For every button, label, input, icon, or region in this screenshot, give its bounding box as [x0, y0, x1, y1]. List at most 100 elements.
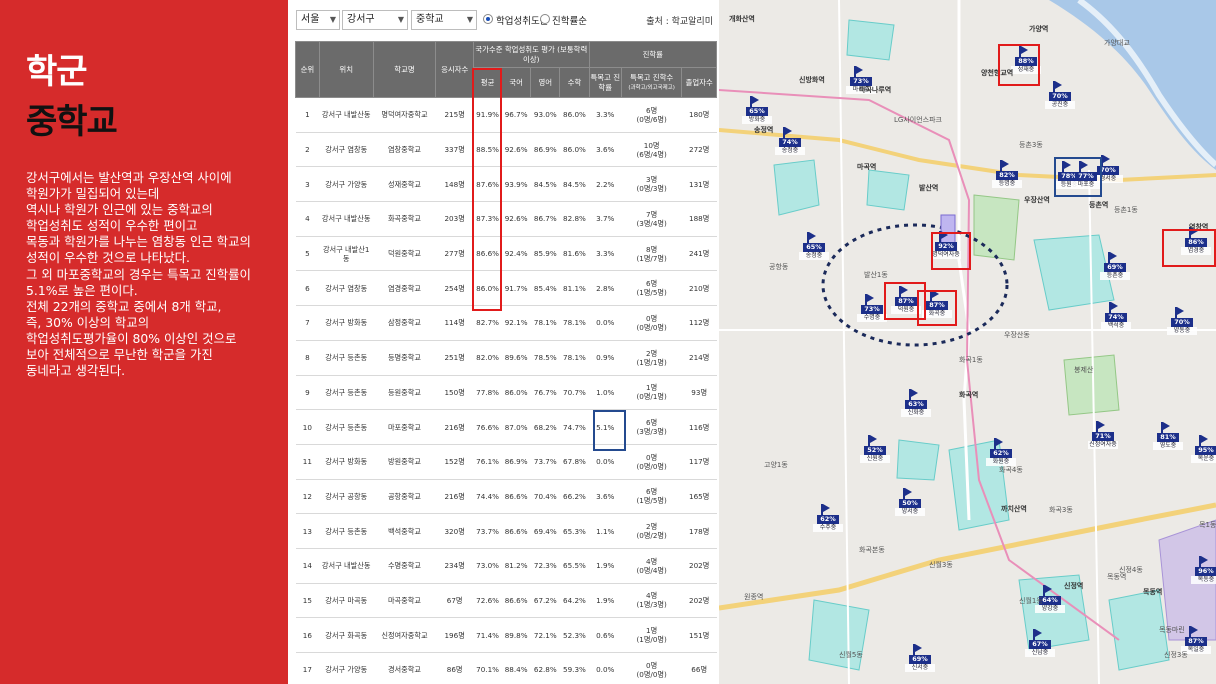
school-marker[interactable]: 62% 수주중: [813, 504, 843, 532]
cell-special-count-detail: (0명/0명): [636, 322, 667, 332]
cell-special-count: 6명 (0명/6명): [621, 97, 682, 133]
school-marker[interactable]: 74% 백석중: [1101, 302, 1131, 330]
marker-school-name: 백석중: [1101, 322, 1131, 330]
area-label: 우장산동: [1004, 331, 1030, 339]
cell-english: 78.1%: [530, 305, 560, 341]
description-line: 역시나 학원가 인근에 있는 중학교의: [26, 202, 213, 218]
school-marker[interactable]: 81% 영도중: [1153, 422, 1183, 450]
school-marker[interactable]: 96% 목동중: [1191, 556, 1216, 584]
cell-special-rate: 1.0%: [589, 375, 622, 411]
cell-special-count: 7명 (3명/4명): [621, 201, 682, 237]
school-marker[interactable]: 67% 신남중: [1025, 629, 1055, 657]
school-marker[interactable]: 69% 신서중: [905, 644, 935, 672]
cell-location: 강서구 가양동: [319, 166, 374, 203]
cell-korean: 88.4%: [501, 652, 531, 684]
cell-school: 명덕여자중학교: [373, 97, 436, 133]
cell-school: 성재중학교: [373, 166, 436, 203]
cell-english: 73.7%: [530, 444, 560, 480]
cell-special-count-detail: (3명/3명): [636, 427, 667, 437]
cell-avg: 73.0%: [473, 548, 502, 584]
cell-graduates: 241명: [681, 236, 717, 272]
cell-location: 강서구 염창동: [319, 270, 374, 307]
area-label: 화곡본동: [859, 546, 885, 554]
table-row: 2 강서구 염창동 염창중학교 337명 88.5% 92.6% 86.9% 86.0% 3.6…: [295, 132, 717, 168]
cell-special-count-detail: (0명/0명): [636, 461, 667, 471]
table-row: 3 강서구 가양동 성재중학교 148명 87.6% 93.9% 84.5% 84.5% 2.2…: [295, 166, 717, 203]
school-marker[interactable]: 65% 방화중: [742, 96, 772, 124]
cell-math: 70.7%: [559, 375, 590, 411]
level-select[interactable]: 중학교 ▼: [411, 10, 477, 30]
school-marker[interactable]: 69% 등촌중: [1100, 252, 1130, 280]
sort-achievement-radio[interactable]: [483, 14, 493, 24]
marker-percentage: 74%: [1105, 313, 1127, 322]
cell-special-count-detail: (0명/3명): [636, 184, 667, 194]
cell-special-rate: 1.9%: [589, 548, 622, 584]
sort-admission-radio[interactable]: [540, 14, 550, 24]
table-row: 9 강서구 등촌동 등원중학교 150명 77.8% 86.0% 76.7% 70.7% 1.0…: [295, 375, 717, 411]
school-marker[interactable]: 70% 공진중: [1045, 81, 1075, 109]
area-label: 화곡1동: [959, 356, 983, 364]
cell-rank: 5: [295, 236, 320, 272]
cell-avg: 87.3%: [473, 201, 502, 237]
cell-avg: 70.1%: [473, 652, 502, 684]
school-marker[interactable]: 63% 신화중: [901, 389, 931, 417]
area-label: 가양대교: [1104, 39, 1130, 47]
school-marker[interactable]: 74% 송정중: [775, 127, 805, 155]
school-marker[interactable]: 62% 화원중: [986, 438, 1016, 466]
school-marker[interactable]: 87% 목일중: [1181, 626, 1211, 654]
cell-special-rate: 3.6%: [589, 479, 622, 515]
cell-graduates: 202명: [681, 548, 717, 584]
cell-school: 마곡중학교: [373, 583, 436, 619]
cell-examinees: 67명: [435, 583, 474, 619]
cell-special-count-total: 1명: [646, 383, 658, 393]
cell-special-rate: 2.2%: [589, 166, 622, 203]
school-marker[interactable]: 95% 목운중: [1191, 435, 1216, 463]
header-special-count: 특목고 진학수 (과학고/외고국제고): [620, 67, 683, 98]
area-label: 원종역: [744, 593, 764, 601]
area-label: 신월5동: [839, 651, 863, 659]
cell-special-count-detail: (3명/4명): [636, 218, 667, 228]
cell-avg: 73.7%: [473, 513, 502, 549]
school-marker[interactable]: 65% 송정중: [799, 232, 829, 260]
school-marker[interactable]: 70% 양동중: [1167, 307, 1197, 335]
cell-examinees: 203명: [435, 201, 474, 237]
marker-percentage: 67%: [1029, 640, 1051, 649]
area-label: 발산1동: [864, 271, 888, 279]
school-marker[interactable]: 52% 신원중: [860, 435, 890, 463]
marker-percentage: 50%: [899, 499, 921, 508]
description-line: 5.1%로 높은 편이다.: [26, 282, 138, 298]
cell-location: 강서구 등촌동: [319, 340, 374, 376]
cell-avg: 76.1%: [473, 444, 502, 480]
school-marker[interactable]: 71% 신정여자중: [1088, 421, 1118, 449]
marker-school-name: 양서중: [895, 508, 925, 516]
school-ranking-panel: 서울 ▼ 강서구 ▼ 중학교 ▼ 학업성취도순 진학률순 출처 : 학교알리미 …: [288, 0, 719, 684]
marker-school-name: 신정여자중: [1088, 441, 1118, 449]
marker-school-name: 신원중: [860, 455, 890, 463]
cell-graduates: 210명: [681, 270, 717, 307]
cell-korean: 92.1%: [501, 305, 531, 341]
cell-examinees: 216명: [435, 409, 474, 445]
school-map[interactable]: 88% 성재중 73% 마곡중 70% 공진중 65% 방화중 74% 송정중 82% 등명중 70% 경…: [719, 0, 1216, 684]
school-marker[interactable]: 50% 양서중: [895, 488, 925, 516]
cell-school: 경서중학교: [373, 652, 436, 684]
cell-special-count-total: 4명: [646, 591, 658, 601]
city-select[interactable]: 서울 ▼: [296, 10, 340, 30]
marker-school-name: 목동중: [1191, 576, 1216, 584]
cell-korean: 96.7%: [501, 97, 531, 133]
header-rank: 순위: [295, 41, 320, 98]
cell-location: 강서구 내발산1동: [319, 236, 374, 272]
cell-english: 72.1%: [530, 617, 560, 653]
school-marker[interactable]: 82% 등명중: [992, 160, 1022, 188]
cell-school: 염창중학교: [373, 132, 436, 168]
cell-school: 공항중학교: [373, 479, 436, 515]
cell-avg: 77.8%: [473, 375, 502, 411]
cell-math: 84.5%: [559, 166, 590, 203]
cell-english: 67.2%: [530, 583, 560, 619]
marker-percentage: 63%: [905, 400, 927, 409]
school-marker[interactable]: 73% 수명중: [857, 294, 887, 322]
cell-math: 86.0%: [559, 132, 590, 168]
cell-korean: 81.2%: [501, 548, 531, 584]
district-select[interactable]: 강서구 ▼: [342, 10, 408, 30]
cell-graduates: 117명: [681, 444, 717, 480]
cell-school: 등명중학교: [373, 340, 436, 376]
